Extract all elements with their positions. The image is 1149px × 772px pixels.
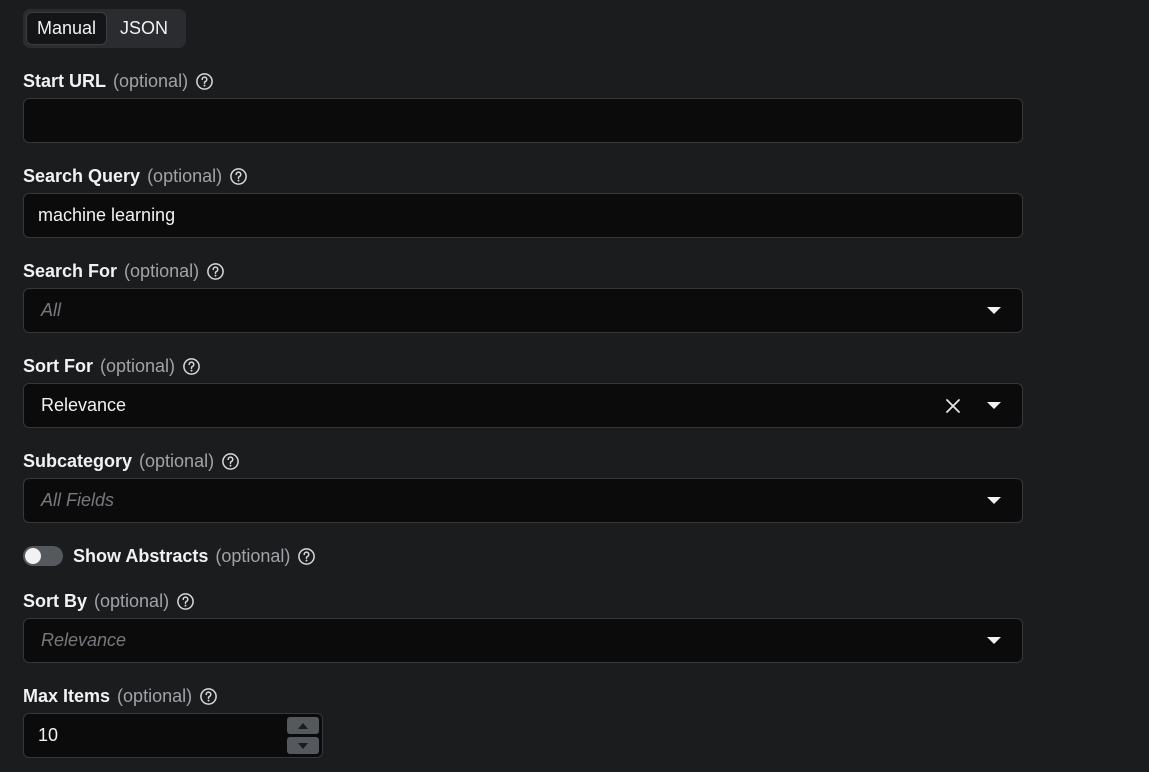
sort-by-label: Sort By (optional) (23, 588, 195, 614)
sort-for-label-text: Sort For (23, 355, 93, 376)
sort-by-placeholder: Relevance (41, 630, 127, 650)
search-query-value: machine learning (38, 205, 176, 225)
subcategory-placeholder: All Fields (41, 490, 115, 510)
sort-for-select[interactable]: Relevance (23, 383, 1023, 428)
sort-by-label-text: Sort By (23, 590, 88, 611)
help-icon[interactable] (195, 72, 214, 91)
search-query-input[interactable]: machine learning (23, 193, 1023, 238)
optional-tag: (optional) (100, 355, 176, 376)
search-for-label-text: Search For (23, 260, 118, 281)
optional-tag: (optional) (215, 545, 291, 566)
start-url-label: Start URL (optional) (23, 68, 214, 94)
input-form: Manual JSON Start URL (optional) Search … (0, 0, 1149, 772)
search-for-placeholder: All (41, 300, 62, 320)
optional-tag: (optional) (94, 590, 170, 611)
search-for-label: Search For (optional) (23, 258, 225, 284)
subcategory-select[interactable]: All Fields (23, 478, 1023, 523)
search-query-label: Search Query (optional) (23, 163, 248, 189)
chevron-down-icon (298, 742, 308, 749)
optional-tag: (optional) (139, 450, 215, 471)
caret-down-icon[interactable] (987, 497, 1001, 504)
search-query-label-text: Search Query (23, 165, 141, 186)
optional-tag: (optional) (113, 70, 189, 91)
max-items-label: Max Items (optional) (23, 683, 218, 709)
max-items-value: 10 (38, 725, 59, 745)
max-items-input[interactable]: 10 (23, 713, 323, 758)
chevron-up-icon (298, 722, 308, 729)
show-abstracts-label: Show Abstracts (optional) (73, 543, 316, 569)
optional-tag: (optional) (147, 165, 223, 186)
sort-by-select[interactable]: Relevance (23, 618, 1023, 663)
caret-down-icon[interactable] (987, 402, 1001, 409)
show-abstracts-toggle[interactable] (23, 546, 63, 566)
caret-down-icon[interactable] (987, 637, 1001, 644)
quantity-stepper (287, 717, 319, 754)
help-icon[interactable] (176, 592, 195, 611)
help-icon[interactable] (229, 167, 248, 186)
decrement-button[interactable] (287, 737, 319, 754)
mode-switch: Manual JSON (23, 9, 186, 48)
help-icon[interactable] (199, 687, 218, 706)
increment-button[interactable] (287, 717, 319, 734)
show-abstracts-label-text: Show Abstracts (73, 545, 209, 566)
help-icon[interactable] (206, 262, 225, 281)
tab-manual[interactable]: Manual (26, 12, 107, 45)
help-icon[interactable] (297, 547, 316, 566)
help-icon[interactable] (221, 452, 240, 471)
start-url-label-text: Start URL (23, 70, 107, 91)
caret-down-icon[interactable] (987, 307, 1001, 314)
start-url-input[interactable] (23, 98, 1023, 143)
sort-for-value: Relevance (41, 395, 127, 415)
search-for-select[interactable]: All (23, 288, 1023, 333)
max-items-label-text: Max Items (23, 685, 111, 706)
toggle-knob (25, 548, 41, 564)
subcategory-label-text: Subcategory (23, 450, 133, 471)
help-icon[interactable] (182, 357, 201, 376)
subcategory-label: Subcategory (optional) (23, 448, 240, 474)
sort-for-label: Sort For (optional) (23, 353, 201, 379)
close-icon[interactable] (944, 397, 962, 415)
tab-json[interactable]: JSON (107, 12, 181, 45)
optional-tag: (optional) (117, 685, 193, 706)
optional-tag: (optional) (124, 260, 200, 281)
